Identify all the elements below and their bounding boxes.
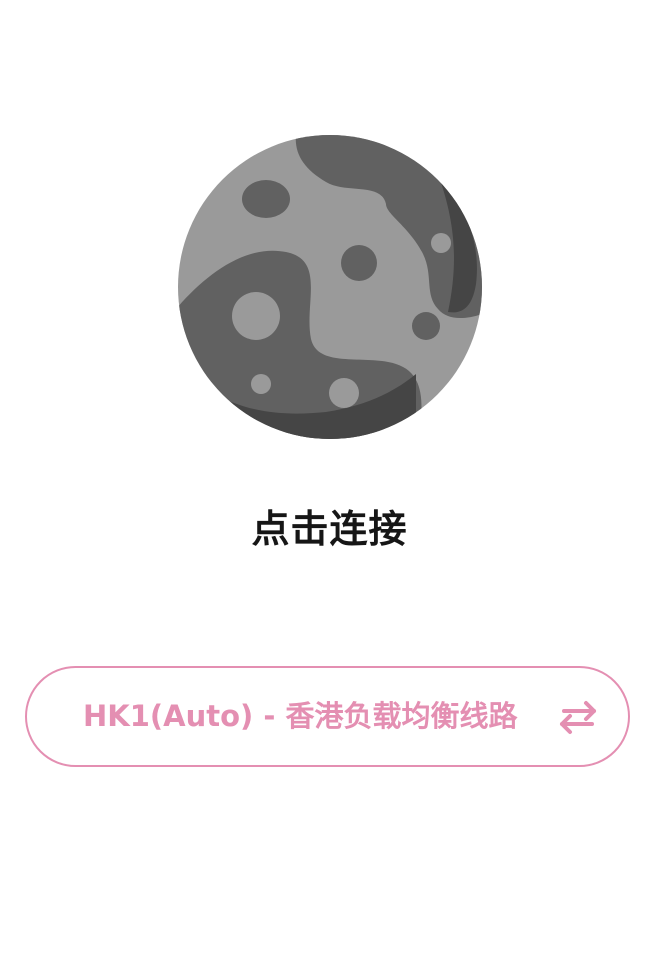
connect-label[interactable]: 点击连接 [0,503,659,555]
connect-planet-button[interactable] [176,134,484,440]
swap-arrows-icon[interactable] [556,698,600,736]
planet-icon [178,135,482,439]
server-select-button[interactable]: HK1(Auto) - 香港负载均衡线路 [25,666,630,767]
server-label: HK1(Auto) - 香港负载均衡线路 [83,699,518,733]
